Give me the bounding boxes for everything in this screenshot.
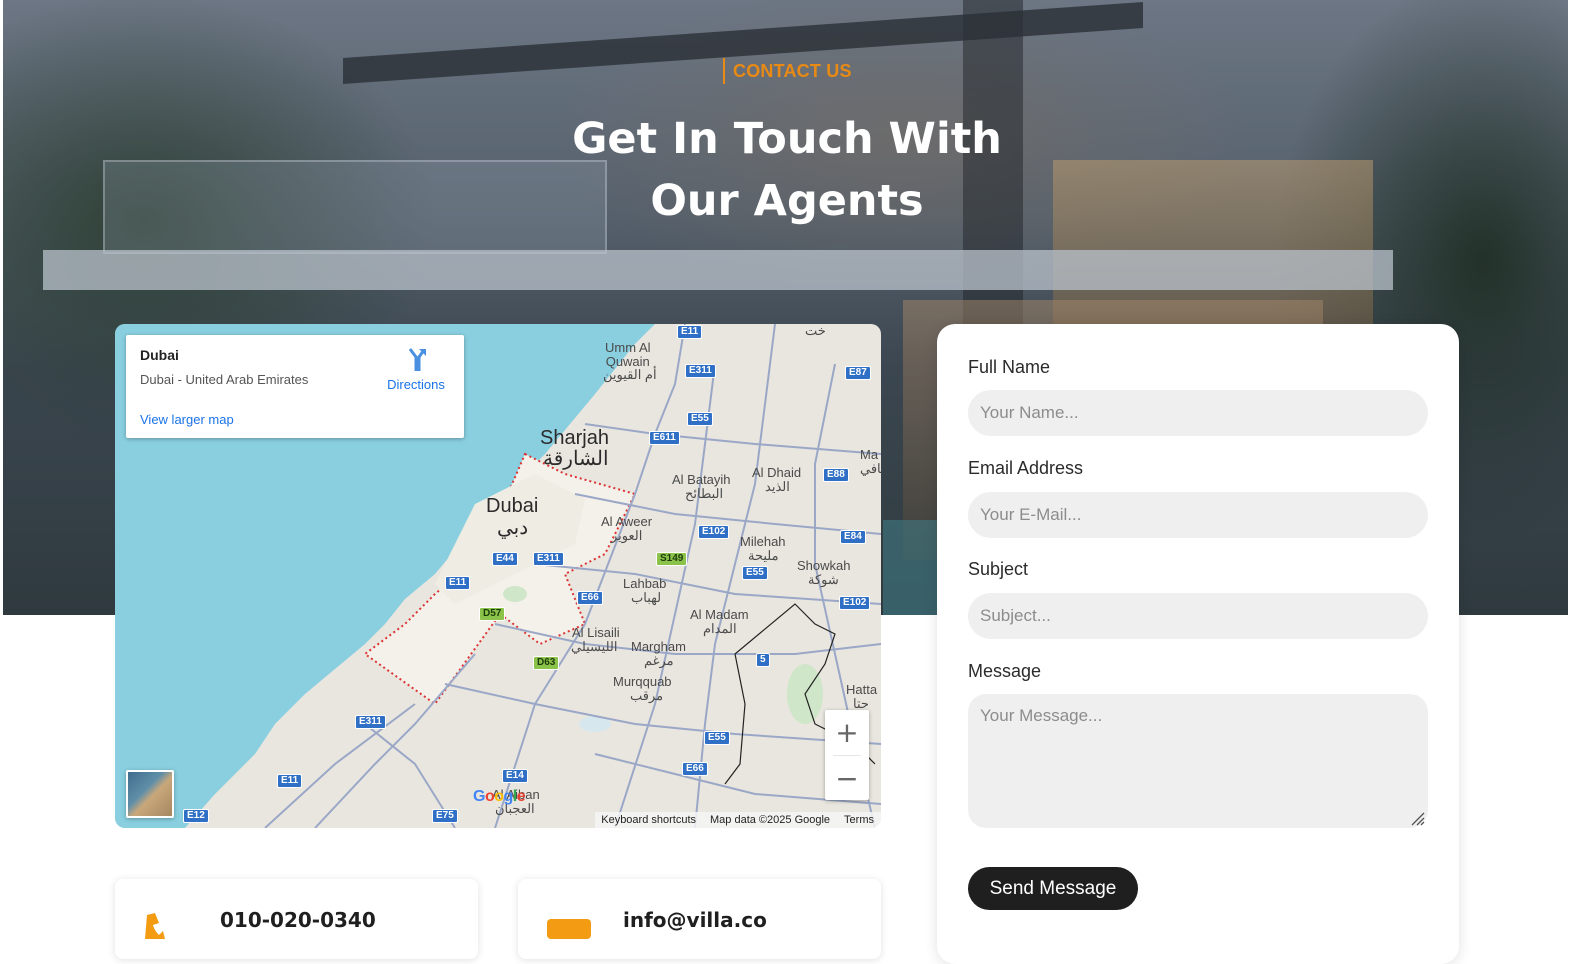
map-road-shield: E14 — [502, 769, 528, 783]
email-label: Email Address — [968, 458, 1084, 478]
map-label-al-lisaili: Al Lisaili — [572, 625, 620, 640]
map-road-shield: E11 — [445, 576, 471, 590]
page-title: Get In Touch With Our Agents — [0, 108, 1574, 232]
full-name-label: Full Name — [968, 357, 1051, 377]
map-road-shield: 5 — [756, 653, 770, 667]
map-label-milehah-ar: مليحة — [748, 548, 779, 563]
map-road-shield: E55 — [704, 731, 730, 745]
map-road-shield: E11 — [677, 325, 703, 339]
google-logo: Google — [473, 788, 526, 805]
directions-label: Directions — [387, 377, 445, 392]
map-label-sharjah: Sharjah — [540, 427, 609, 449]
email-card: info@villa.co — [518, 879, 881, 959]
mail-icon — [547, 919, 591, 939]
map-label-hatta-ar: حتا — [853, 696, 869, 711]
map-road-shield: E44 — [492, 552, 518, 566]
map-label-sharjah-ar: الشارقة — [543, 448, 609, 470]
map-label-showkah: Showkah — [797, 558, 851, 573]
map-label-al-dhaid-ar: الذيد — [765, 479, 790, 494]
map-label-al-dhaid: Al Dhaid — [752, 465, 802, 480]
map-label-dubai: Dubai — [486, 495, 539, 517]
email-input[interactable] — [968, 492, 1428, 538]
map-label-murqquab: Murqquab — [613, 674, 672, 689]
page-title-line: Our Agents — [650, 176, 924, 226]
map-road-shield: E75 — [432, 809, 458, 823]
map-country-border — [724, 653, 746, 785]
email-address[interactable]: info@villa.co — [623, 908, 767, 932]
message-textarea[interactable] — [968, 694, 1428, 828]
directions-button[interactable]: Directions — [376, 347, 456, 392]
map-label-al-madam: Al Madam — [690, 607, 749, 622]
map-road-shield: D63 — [533, 656, 560, 670]
hero-building-eave — [43, 250, 1393, 290]
map-place-address: Dubai - United Arab Emirates — [140, 372, 309, 387]
map-road-shield: D57 — [479, 607, 506, 621]
map-road-shield: E102 — [839, 596, 871, 610]
map-road-shield: E66 — [682, 762, 708, 776]
map-label-umm-al-quwain: Umm Al Quwain — [605, 340, 651, 369]
map-road-shield: E311 — [355, 715, 386, 729]
zoom-in-button[interactable]: + — [825, 710, 869, 754]
map-label-al-batayih: Al Batayih — [672, 472, 731, 487]
map-road-shield: E311 — [533, 552, 564, 566]
resize-grip-icon[interactable] — [1409, 810, 1425, 830]
section-eyebrow: CONTACT US — [723, 58, 852, 84]
page-title-line: Get In Touch With — [572, 114, 1002, 164]
map-road-shield: E88 — [823, 468, 849, 482]
map-road-shield: E87 — [845, 366, 871, 380]
map-label-margham-ar: مرغم — [644, 653, 674, 668]
map-label-murqquab-ar: مرقب — [630, 688, 664, 703]
subject-label: Subject — [968, 559, 1029, 579]
terms-link[interactable]: Terms — [844, 814, 874, 826]
map-label-al-batayih-ar: البطائح — [685, 486, 724, 501]
map-label-dubai-ar: دبي — [497, 517, 529, 539]
map-label-umm-al-quwain-ar: أم القيوين — [603, 367, 657, 382]
map-label-al-lisaili-ar: الليسيلي — [571, 639, 618, 654]
google-map-embed[interactable]: Sharjah الشارقة Dubai دبي Umm Al Quwain … — [115, 324, 881, 828]
map-park — [503, 586, 527, 602]
satellite-view-toggle[interactable] — [126, 770, 174, 818]
map-label-lahbab: Lahbab — [623, 576, 667, 591]
map-road-shield: E11 — [277, 774, 303, 788]
map-label-hatta: Hatta — [846, 682, 878, 697]
contact-form: Full Name Email Address Subject Message … — [937, 324, 1459, 964]
subject-input[interactable] — [968, 593, 1428, 639]
map-road-shield: E55 — [687, 412, 713, 426]
map-road-shield: E84 — [840, 530, 866, 544]
map-place-name: Dubai — [140, 347, 179, 363]
map-label-showkah-ar: شوكة — [808, 572, 839, 587]
phone-number[interactable]: 010-020-0340 — [220, 908, 376, 932]
map-label-al-madam-ar: المدام — [703, 621, 737, 636]
map-label-al-aweer: Al Aweer — [601, 514, 653, 529]
directions-icon — [404, 348, 428, 375]
map-label-milehah: Milehah — [740, 534, 786, 549]
map-label-al-aweer-ar: العوير — [611, 528, 643, 543]
map-attribution-bar: Keyboard shortcuts Map data ©2025 Google… — [595, 812, 881, 828]
map-label-ma-ar: مافي — [860, 461, 881, 476]
map-label-ma: Ma — [860, 447, 879, 462]
map-road-shield: E12 — [183, 809, 209, 823]
map-road-shield: E102 — [698, 525, 730, 539]
map-road-shield: S149 — [656, 552, 688, 566]
map-road-shield: E55 — [742, 566, 768, 580]
map-label-lahbab-ar: لهباب — [631, 590, 662, 605]
map-label-margham: Margham — [631, 639, 686, 654]
view-larger-map-link[interactable]: View larger map — [140, 412, 234, 427]
zoom-out-button[interactable]: − — [825, 756, 869, 800]
map-label-top: خت — [805, 324, 826, 338]
map-place-card: Dubai Dubai - United Arab Emirates View … — [126, 335, 464, 438]
phone-card: 010-020-0340 — [115, 879, 478, 959]
map-zoom-controls: + − — [825, 710, 869, 800]
map-road-shield: E611 — [649, 431, 680, 445]
map-data-credit: Map data ©2025 Google — [710, 814, 831, 826]
message-label: Message — [968, 661, 1042, 681]
map-road-shield: E66 — [577, 591, 603, 605]
keyboard-shortcuts-link[interactable]: Keyboard shortcuts — [601, 814, 696, 826]
map-road-shield: E311 — [685, 364, 716, 378]
send-message-button[interactable]: Send Message — [968, 867, 1138, 910]
full-name-input[interactable] — [968, 390, 1428, 436]
